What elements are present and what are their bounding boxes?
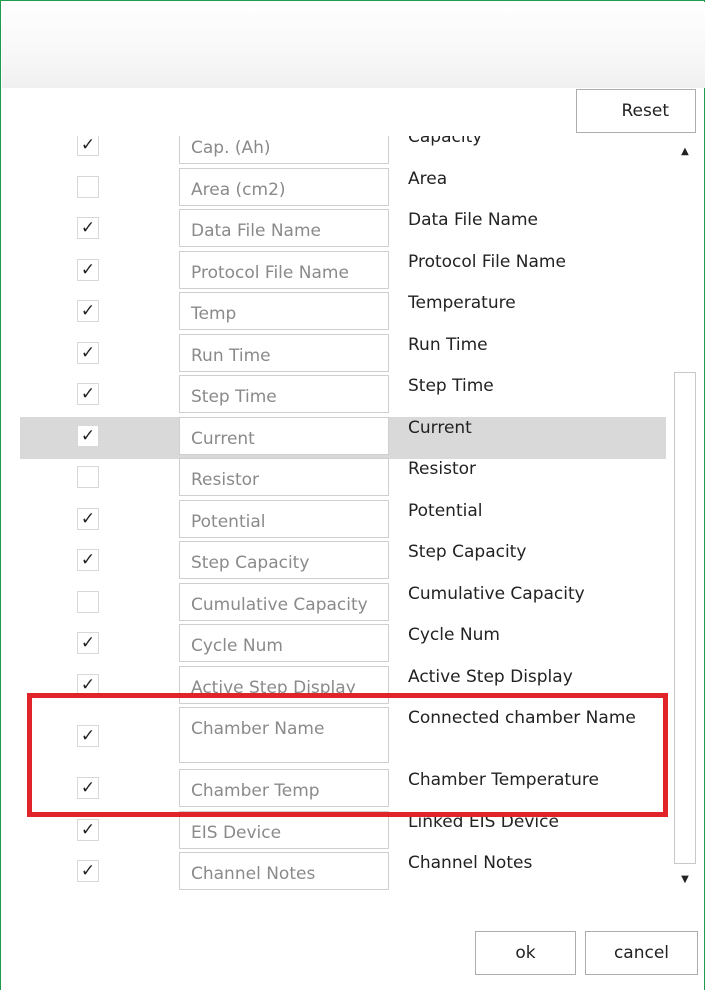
column-description: Capacity xyxy=(408,136,483,147)
column-description: Chamber Temperature xyxy=(408,770,599,790)
column-description: Connected chamber Name xyxy=(408,708,636,728)
column-description: Current xyxy=(408,417,472,438)
checkbox[interactable]: ✓ xyxy=(77,136,99,156)
column-description: Step Capacity xyxy=(408,542,527,562)
column-description: Step Time xyxy=(408,376,494,396)
list-item[interactable]: ✓ Run Time Run Time xyxy=(20,333,666,376)
checkbox[interactable] xyxy=(77,590,99,613)
checkbox[interactable] xyxy=(77,466,99,488)
column-name-field[interactable]: Chamber Name xyxy=(179,707,389,763)
column-name-field[interactable]: Area (cm2) xyxy=(179,167,389,206)
column-description: Channel Notes xyxy=(408,853,533,873)
checkbox[interactable]: ✓ xyxy=(77,632,99,654)
column-name-field[interactable]: Resistor xyxy=(179,458,389,496)
checkbox[interactable]: ✓ xyxy=(77,860,99,882)
column-description: Linked EIS Device xyxy=(408,811,559,832)
column-name-field[interactable]: Run Time xyxy=(179,333,389,372)
column-description: Cycle Num xyxy=(408,625,500,645)
column-name-field[interactable]: Active Step Display xyxy=(179,665,389,704)
column-name-field[interactable]: Current xyxy=(179,416,389,455)
list-item[interactable]: ✓ Cycle Num Cycle Num xyxy=(20,624,666,666)
column-list: ✓ Cap. (Ah) Capacity Area (cm2) Area ✓ Data Fi… xyxy=(20,136,666,900)
list-item[interactable]: ✓ Step Capacity Step Capacity xyxy=(20,541,666,583)
list-item[interactable]: ✓ Protocol File Name Protocol File Name xyxy=(20,250,666,293)
checkbox[interactable]: ✓ xyxy=(77,818,99,841)
column-description: Active Step Display xyxy=(408,666,573,687)
list-item[interactable]: ✓ Chamber Name Connected chamber Name xyxy=(20,707,666,769)
column-description: Temperature xyxy=(408,293,516,313)
column-description: Data File Name xyxy=(408,210,538,230)
checkbox[interactable]: ✓ xyxy=(77,673,99,696)
cancel-button[interactable]: cancel xyxy=(585,931,698,975)
reset-button[interactable]: Reset xyxy=(576,89,696,133)
checkbox[interactable]: ✓ xyxy=(77,549,99,571)
column-name-field[interactable]: Cap. (Ah) xyxy=(179,136,389,164)
ok-button[interactable]: ok xyxy=(475,931,576,975)
checkbox[interactable]: ✓ xyxy=(77,507,99,530)
checkbox[interactable]: ✓ xyxy=(77,424,99,447)
checkbox[interactable]: ✓ xyxy=(77,725,99,747)
list-item[interactable]: Resistor Resistor xyxy=(20,458,666,500)
list-item[interactable]: ✓ Data File Name Data File Name xyxy=(20,209,666,251)
column-name-field[interactable]: Step Time xyxy=(179,375,389,413)
scroll-up-icon[interactable]: ▲ xyxy=(673,140,697,164)
checkbox[interactable]: ✓ xyxy=(77,341,99,364)
checkbox[interactable]: ✓ xyxy=(77,300,99,322)
column-name-field[interactable]: Chamber Temp xyxy=(179,769,389,807)
list-item[interactable]: ✓ Channel Notes Channel Notes xyxy=(20,852,666,894)
checkbox[interactable]: ✓ xyxy=(77,258,99,281)
column-name-field[interactable]: Potential xyxy=(179,499,389,538)
column-description: Area xyxy=(408,168,448,189)
list-item[interactable]: ✓ EIS Device Linked EIS Device xyxy=(20,810,666,853)
scroll-down-icon[interactable]: ▼ xyxy=(673,868,697,892)
column-name-field[interactable]: Channel Notes xyxy=(179,852,389,890)
list-item[interactable]: ✓ Current Current xyxy=(20,416,666,459)
list-item[interactable]: Cumulative Capacity Cumulative Capacity xyxy=(20,582,666,625)
checkbox[interactable]: ✓ xyxy=(77,777,99,799)
list-item[interactable]: ✓ Temp Temperature xyxy=(20,292,666,334)
column-name-field[interactable]: Temp xyxy=(179,292,389,330)
list-item[interactable]: ✓ Potential Potential xyxy=(20,499,666,542)
checkbox[interactable] xyxy=(77,175,99,198)
column-name-field[interactable]: Data File Name xyxy=(179,209,389,247)
column-name-field[interactable]: Cycle Num xyxy=(179,624,389,662)
checkbox[interactable]: ✓ xyxy=(77,217,99,239)
list-item[interactable]: ✓ Active Step Display Active Step Display xyxy=(20,665,666,708)
column-description: Protocol File Name xyxy=(408,251,566,272)
column-description: Resistor xyxy=(408,459,476,479)
dialog-header xyxy=(2,2,705,88)
column-description: Run Time xyxy=(408,334,488,355)
column-name-field[interactable]: EIS Device xyxy=(179,810,389,849)
column-name-field[interactable]: Protocol File Name xyxy=(179,250,389,289)
column-name-field[interactable]: Cumulative Capacity xyxy=(179,582,389,621)
column-description: Potential xyxy=(408,500,483,521)
column-name-field[interactable]: Step Capacity xyxy=(179,541,389,579)
checkbox[interactable]: ✓ xyxy=(77,383,99,405)
column-description: Cumulative Capacity xyxy=(408,583,585,604)
list-item[interactable]: ✓ Cap. (Ah) Capacity xyxy=(20,136,666,168)
list-item[interactable]: ✓ Chamber Temp Chamber Temperature xyxy=(20,769,666,811)
scrollbar-thumb[interactable] xyxy=(674,372,696,864)
list-item[interactable]: Area (cm2) Area xyxy=(20,167,666,210)
list-item[interactable]: ✓ Step Time Step Time xyxy=(20,375,666,417)
